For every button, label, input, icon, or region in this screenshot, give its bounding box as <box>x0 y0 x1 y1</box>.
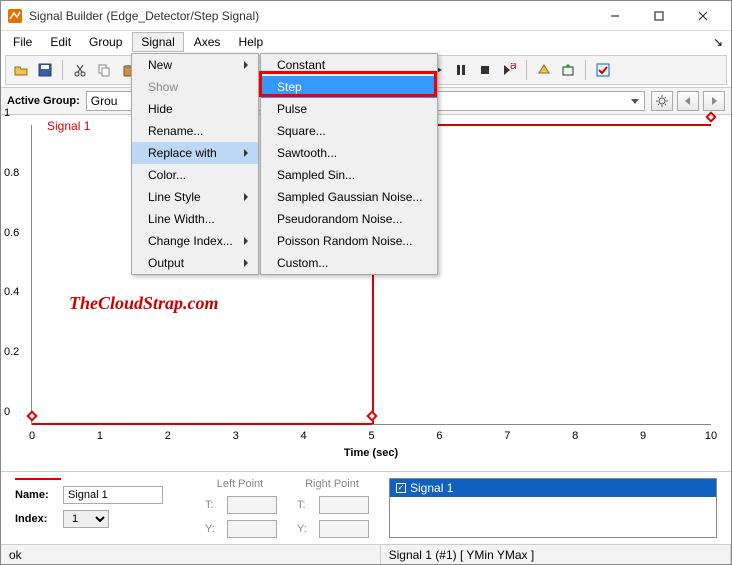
gear-icon[interactable] <box>651 91 673 111</box>
menu-show: Show <box>132 76 258 98</box>
xtick: 3 <box>233 430 239 442</box>
left-point-header: Left Point <box>205 478 275 490</box>
menu-help[interactable]: Help <box>230 33 271 51</box>
ytick: 1 <box>4 107 10 119</box>
menu-color[interactable]: Color... <box>132 164 258 186</box>
window-buttons <box>593 2 725 30</box>
bottom-panel: Name: Index: 1 Left Point T: Y: Right Po… <box>1 471 731 544</box>
stop-icon[interactable] <box>474 59 496 81</box>
open-icon[interactable] <box>10 59 32 81</box>
menu-line-style[interactable]: Line Style <box>132 186 258 208</box>
y-label: Y: <box>297 523 313 535</box>
xtick: 10 <box>705 430 717 442</box>
window-title: Signal Builder (Edge_Detector/Step Signa… <box>29 9 593 23</box>
submenu-sawtooth[interactable]: Sawtooth... <box>261 142 437 164</box>
right-point-header: Right Point <box>297 478 367 490</box>
xtick: 8 <box>572 430 578 442</box>
status-left: ok <box>1 545 381 564</box>
check-icon[interactable] <box>592 59 614 81</box>
menu-group[interactable]: Group <box>81 33 130 51</box>
submenu-sampled-sin[interactable]: Sampled Sin... <box>261 164 437 186</box>
pause-icon[interactable] <box>450 59 472 81</box>
menu-output[interactable]: Output <box>132 252 258 274</box>
statusbar: ok Signal 1 (#1) [ YMin YMax ] <box>1 544 731 564</box>
menu-signal[interactable]: Signal <box>132 32 183 52</box>
ytick: 0.6 <box>4 227 19 239</box>
menu-change-index[interactable]: Change Index... <box>132 230 258 252</box>
signal-list[interactable]: ✓ Signal 1 <box>389 478 717 538</box>
signal-point[interactable] <box>366 410 377 421</box>
prev-button[interactable] <box>677 91 699 111</box>
submenu-custom[interactable]: Custom... <box>261 252 437 274</box>
name-input[interactable] <box>63 486 163 504</box>
titlebar: Signal Builder (Edge_Detector/Step Signa… <box>1 1 731 31</box>
maximize-button[interactable] <box>637 2 681 30</box>
menu-hide[interactable]: Hide <box>132 98 258 120</box>
y-label: Y: <box>205 523 221 535</box>
index-select[interactable]: 1 <box>63 510 109 528</box>
submenu-pulse[interactable]: Pulse <box>261 98 437 120</box>
submenu-poisson-random-noise[interactable]: Poisson Random Noise... <box>261 230 437 252</box>
menu-axes[interactable]: Axes <box>186 33 229 51</box>
submenu-pseudorandom-noise[interactable]: Pseudorandom Noise... <box>261 208 437 230</box>
signal-builder-window: Signal Builder (Edge_Detector/Step Signa… <box>0 0 732 565</box>
ytick: 0.4 <box>4 286 19 298</box>
copy-icon[interactable] <box>93 59 115 81</box>
up-arrow-icon[interactable] <box>533 59 555 81</box>
play-all-icon[interactable]: all <box>498 59 520 81</box>
next-button[interactable] <box>703 91 725 111</box>
legend-line-icon <box>15 478 61 480</box>
list-item[interactable]: ✓ Signal 1 <box>390 479 716 497</box>
signal-dropdown: New Show Hide Rename... Replace with Col… <box>131 53 259 275</box>
signal-segment[interactable] <box>32 423 372 425</box>
right-y-input <box>319 520 369 538</box>
left-y-input <box>227 520 277 538</box>
export-icon[interactable] <box>557 59 579 81</box>
minimize-button[interactable] <box>593 2 637 30</box>
svg-text:all: all <box>510 63 516 72</box>
close-button[interactable] <box>681 2 725 30</box>
status-right: Signal 1 (#1) [ YMin YMax ] <box>381 545 731 564</box>
app-icon <box>7 8 23 24</box>
xtick: 0 <box>29 430 35 442</box>
ytick: 0.2 <box>4 346 19 358</box>
signal-point[interactable] <box>26 410 37 421</box>
save-icon[interactable] <box>34 59 56 81</box>
menu-rename[interactable]: Rename... <box>132 120 258 142</box>
xtick: 4 <box>301 430 307 442</box>
t-label: T: <box>205 499 221 511</box>
xtick: 1 <box>97 430 103 442</box>
menu-restore-icon[interactable]: ↘ <box>713 35 727 49</box>
submenu-square[interactable]: Square... <box>261 120 437 142</box>
watermark: TheCloudStrap.com <box>69 293 219 314</box>
menu-new[interactable]: New <box>132 54 258 76</box>
active-group-label: Active Group: <box>7 95 80 107</box>
index-label: Index: <box>15 513 57 525</box>
checkbox-icon[interactable]: ✓ <box>396 483 406 493</box>
xtick: 5 <box>368 430 374 442</box>
cut-icon[interactable] <box>69 59 91 81</box>
xtick: 6 <box>436 430 442 442</box>
ytick: 0 <box>4 406 10 418</box>
menu-file[interactable]: File <box>5 33 40 51</box>
xtick: 2 <box>165 430 171 442</box>
menu-replace-with[interactable]: Replace with <box>132 142 258 164</box>
submenu-sampled-gaussian-noise[interactable]: Sampled Gaussian Noise... <box>261 186 437 208</box>
left-t-input <box>227 496 277 514</box>
highlight-box <box>259 71 437 97</box>
menu-edit[interactable]: Edit <box>42 33 79 51</box>
xtick: 7 <box>504 430 510 442</box>
ytick: 0.8 <box>4 167 19 179</box>
xtick: 9 <box>640 430 646 442</box>
menu-line-width[interactable]: Line Width... <box>132 208 258 230</box>
x-axis-label: Time (sec) <box>31 447 711 459</box>
right-t-input <box>319 496 369 514</box>
menubar: File Edit Group Signal Axes Help ↘ <box>1 31 731 53</box>
t-label: T: <box>297 499 313 511</box>
name-label: Name: <box>15 489 57 501</box>
